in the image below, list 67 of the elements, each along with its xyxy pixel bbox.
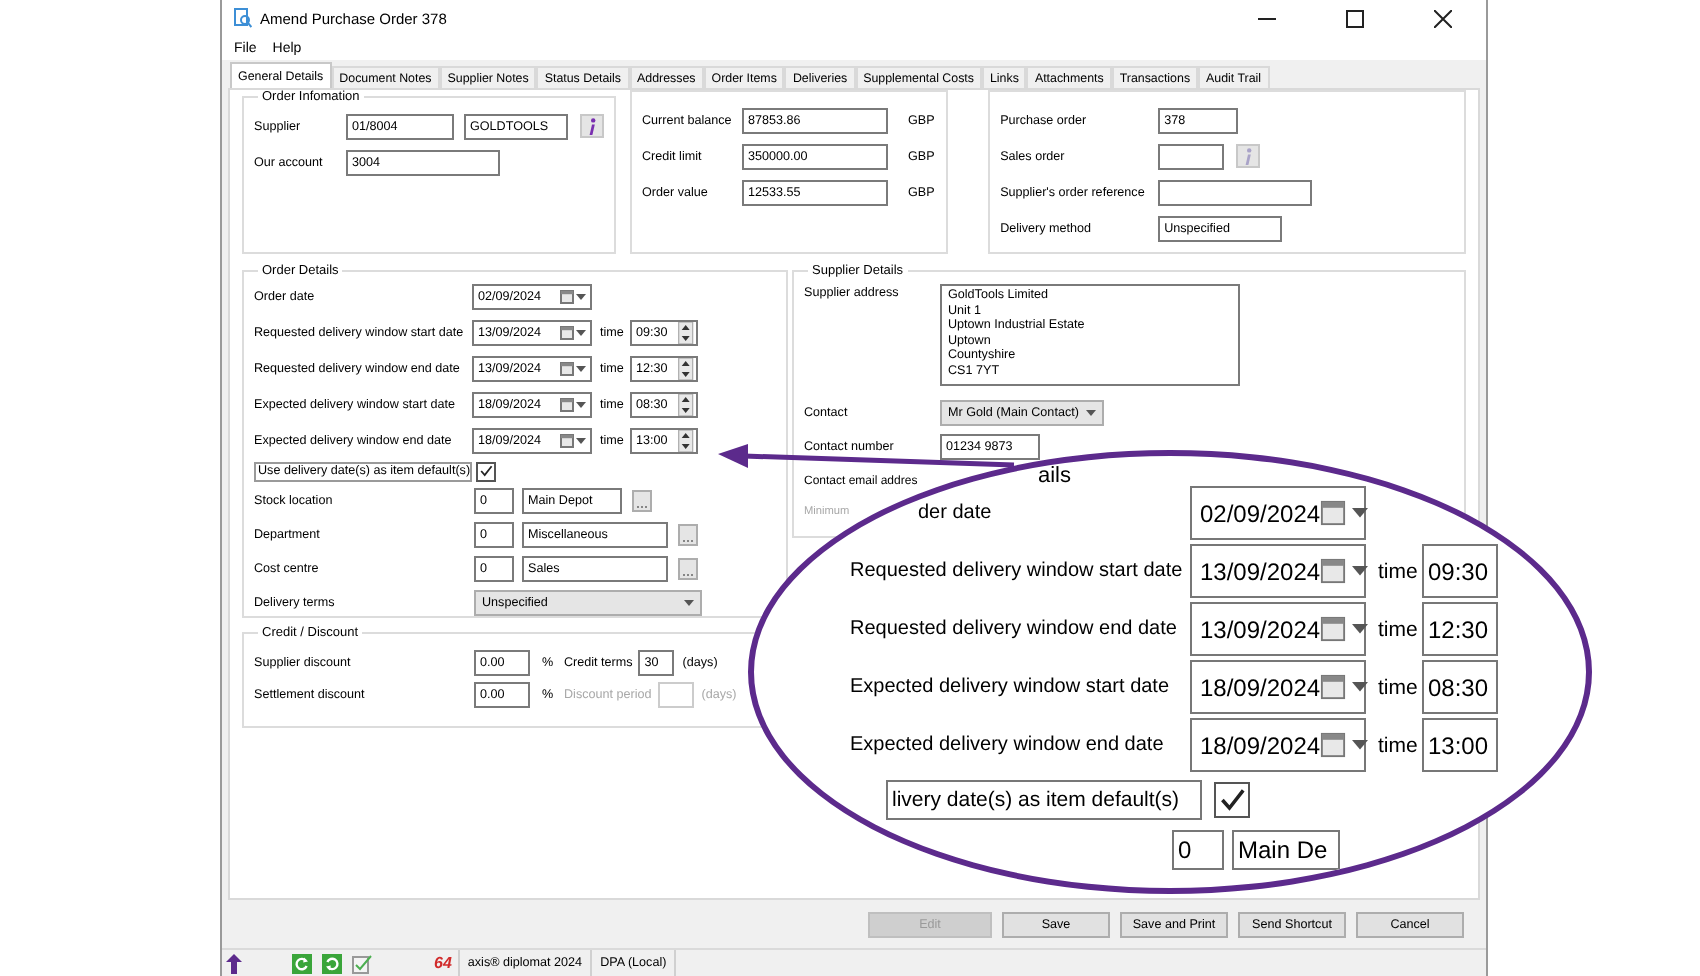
text-field[interactable]: 0 — [1172, 830, 1224, 870]
checkbox[interactable] — [476, 461, 496, 481]
caret-icon — [1352, 508, 1369, 518]
calendar-icon — [1320, 616, 1347, 642]
browse-button[interactable] — [678, 558, 698, 580]
group-title: ails — [1038, 464, 1072, 488]
spinner-icon — [678, 321, 694, 343]
field-label: Requested delivery window start date — [850, 560, 1185, 582]
calendar-icon — [560, 361, 574, 375]
spinner-icon — [678, 393, 694, 415]
info-icon — [586, 117, 598, 135]
date-picker[interactable]: 18/09/2024 — [1190, 660, 1366, 714]
caret-icon — [684, 600, 694, 606]
caret-icon — [1352, 566, 1369, 576]
field-label: Requested delivery window end date — [850, 618, 1179, 640]
field-label: time — [1378, 675, 1420, 699]
field-label: time — [1378, 733, 1420, 757]
spinner-icon — [678, 429, 694, 451]
calendar-icon — [1320, 558, 1347, 584]
caret-icon — [1086, 409, 1096, 415]
date-picker[interactable]: 02/09/2024 — [1190, 486, 1366, 540]
spinner-icon — [678, 357, 694, 379]
refresh-icon[interactable] — [292, 953, 312, 973]
caret-icon — [1352, 740, 1369, 750]
calendar-icon — [560, 289, 574, 303]
calendar-icon — [1320, 674, 1347, 700]
date-picker[interactable]: 13/09/2024 — [1190, 544, 1366, 598]
field-label: time — [1378, 559, 1420, 583]
close-icon — [1433, 9, 1451, 27]
text-field[interactable] — [1158, 143, 1225, 169]
text-field[interactable] — [1158, 179, 1313, 205]
field-label: Expected delivery window start date — [850, 676, 1172, 698]
browse-button[interactable] — [632, 490, 652, 512]
info-button[interactable] — [580, 114, 604, 138]
info-icon — [1242, 147, 1255, 165]
calendar-icon — [560, 433, 574, 447]
refresh-icon[interactable] — [322, 953, 342, 973]
calendar-icon — [560, 397, 574, 411]
time-field[interactable]: 13:00 — [1422, 718, 1498, 772]
browse-button[interactable] — [678, 524, 698, 546]
date-picker[interactable]: 13/09/2024 — [1190, 602, 1366, 656]
date-picker[interactable]: 18/09/2024 — [1190, 718, 1366, 772]
field-label: time — [1378, 617, 1420, 641]
time-field[interactable]: 12:30 — [1422, 602, 1498, 656]
time-field[interactable]: 09:30 — [1422, 544, 1498, 598]
calendar-icon — [1320, 732, 1347, 758]
caret-icon — [1352, 682, 1369, 692]
checkbox[interactable] — [1214, 782, 1250, 818]
caret-icon — [576, 329, 586, 335]
calendar-icon — [1320, 500, 1347, 526]
field-label: der date — [918, 502, 994, 524]
checkbox-label: livery date(s) as item default(s) — [886, 780, 1202, 820]
time-field[interactable]: 08:30 — [1422, 660, 1498, 714]
maximize-icon — [1345, 9, 1363, 27]
up-arrow-icon[interactable] — [226, 953, 242, 973]
caret-icon — [576, 293, 586, 299]
caret-icon — [576, 401, 586, 407]
text-field[interactable]: Main De — [1232, 830, 1340, 870]
field-label: Expected delivery window end date — [850, 734, 1166, 756]
caret-icon — [1352, 624, 1369, 634]
text-field[interactable] — [657, 681, 694, 707]
caret-icon — [576, 437, 586, 443]
app-icon — [234, 8, 252, 28]
caret-icon — [576, 365, 586, 371]
calendar-icon — [560, 325, 574, 339]
logo: 64 — [434, 954, 452, 972]
checklist-icon[interactable] — [352, 953, 372, 973]
